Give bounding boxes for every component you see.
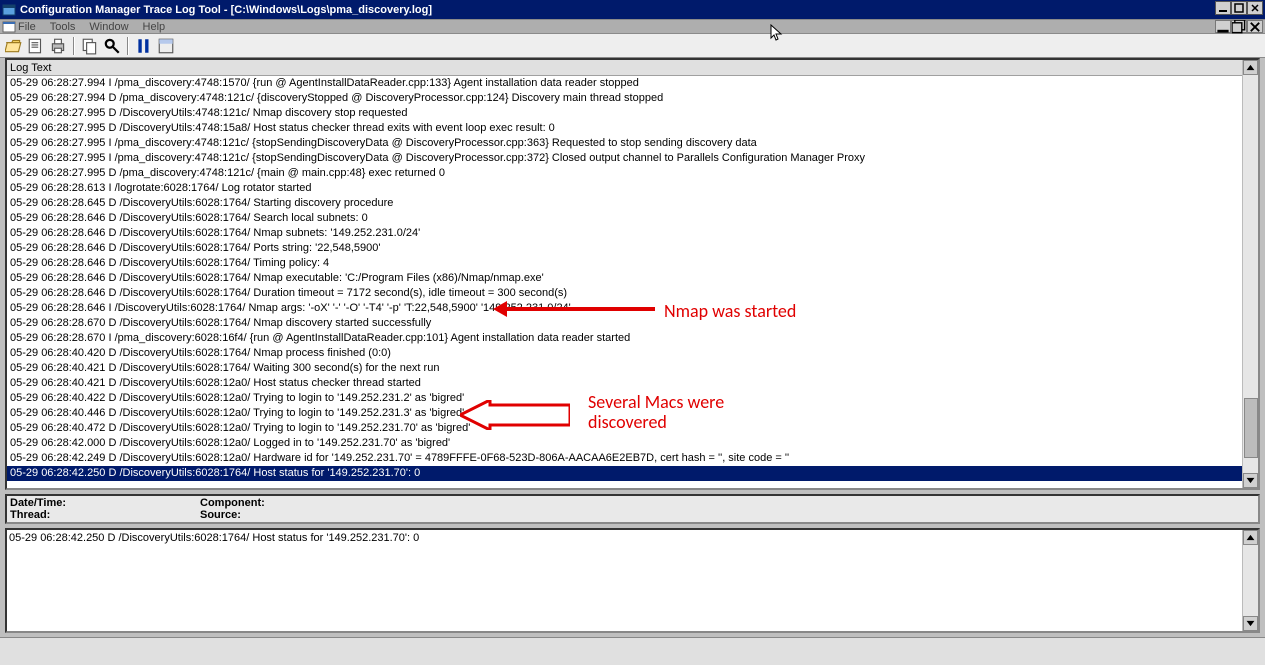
log-row[interactable]: 05-29 06:28:28.645 D /DiscoveryUtils:602…	[7, 196, 1258, 211]
menu-bar: File Tools Window Help	[0, 19, 1265, 34]
log-row[interactable]: 05-29 06:28:40.420 D /DiscoveryUtils:602…	[7, 346, 1258, 361]
app-icon	[2, 3, 16, 17]
log-row[interactable]: 05-29 06:28:28.646 D /DiscoveryUtils:602…	[7, 271, 1258, 286]
detail-thread-label: Thread:	[10, 509, 50, 521]
menu-file[interactable]: File	[18, 21, 36, 33]
single-pane-button[interactable]	[156, 36, 176, 56]
detail-panel: 05-29 06:28:42.250 D /DiscoveryUtils:602…	[5, 528, 1260, 633]
toolbar-sep	[127, 37, 129, 55]
log-row[interactable]: 05-29 06:28:42.249 D /DiscoveryUtils:602…	[7, 451, 1258, 466]
annotation-text-nmap: Nmap was started	[664, 300, 796, 322]
scroll-up-button[interactable]	[1243, 530, 1258, 545]
menu-window[interactable]: Window	[89, 21, 128, 33]
scroll-down-button[interactable]	[1243, 616, 1258, 631]
menu-tools[interactable]: Tools	[50, 21, 76, 33]
detail-datetime-label: Date/Time:	[10, 497, 66, 509]
column-header-log-text[interactable]: Log Text	[7, 60, 1258, 76]
mdi-minimize-button[interactable]	[1215, 20, 1231, 33]
log-row[interactable]: 05-29 06:28:42.250 D /DiscoveryUtils:602…	[7, 466, 1258, 481]
scroll-down-button[interactable]	[1243, 473, 1258, 488]
detail-component-label: Component:	[200, 497, 265, 509]
log-row[interactable]: 05-29 06:28:40.421 D /DiscoveryUtils:602…	[7, 376, 1258, 391]
scroll-up-button[interactable]	[1243, 60, 1258, 75]
annotation-arrow-nmap	[505, 307, 655, 311]
toolbar	[0, 34, 1265, 58]
print-button[interactable]	[48, 36, 68, 56]
log-row[interactable]: 05-29 06:28:28.670 I /pma_discovery:6028…	[7, 331, 1258, 346]
detail-scrollbar[interactable]	[1242, 530, 1258, 631]
detail-source-label: Source:	[200, 509, 241, 521]
toolbar-sep	[73, 37, 75, 55]
log-row[interactable]: 05-29 06:28:28.613 I /logrotate:6028:176…	[7, 181, 1258, 196]
scroll-thumb[interactable]	[1244, 398, 1258, 458]
log-row[interactable]: 05-29 06:28:28.646 D /DiscoveryUtils:602…	[7, 241, 1258, 256]
open-log-button[interactable]	[26, 36, 46, 56]
log-row[interactable]: 05-29 06:28:28.646 D /DiscoveryUtils:602…	[7, 211, 1258, 226]
log-row[interactable]: 05-29 06:28:28.646 D /DiscoveryUtils:602…	[7, 226, 1258, 241]
annotation-arrow-macs	[460, 400, 570, 430]
log-row[interactable]: 05-29 06:28:27.994 D /pma_discovery:4748…	[7, 91, 1258, 106]
log-row[interactable]: 05-29 06:28:28.646 D /DiscoveryUtils:602…	[7, 286, 1258, 301]
mdi-restore-button[interactable]	[1231, 20, 1247, 33]
log-row[interactable]: 05-29 06:28:27.995 D /pma_discovery:4748…	[7, 166, 1258, 181]
log-row[interactable]: 05-29 06:28:27.995 D /DiscoveryUtils:474…	[7, 106, 1258, 121]
titlebar: Configuration Manager Trace Log Tool - […	[0, 0, 1265, 19]
scrollbar-vertical[interactable]	[1242, 60, 1258, 488]
menu-help[interactable]: Help	[143, 21, 166, 33]
detail-text: 05-29 06:28:42.250 D /DiscoveryUtils:602…	[9, 532, 1256, 544]
log-row[interactable]: 05-29 06:28:28.670 D /DiscoveryUtils:602…	[7, 316, 1258, 331]
log-row[interactable]: 05-29 06:28:27.994 I /pma_discovery:4748…	[7, 76, 1258, 91]
status-bar	[0, 637, 1265, 665]
window-title: Configuration Manager Trace Log Tool - […	[20, 4, 432, 16]
maximize-button[interactable]	[1231, 1, 1247, 15]
annotation-text-macs: Several Macs were discovered	[588, 392, 724, 432]
log-row[interactable]: 05-29 06:28:27.995 I /pma_discovery:4748…	[7, 136, 1258, 151]
details-bar: Date/Time: Component: Thread: Source:	[5, 494, 1260, 524]
copy-button[interactable]	[80, 36, 100, 56]
log-row[interactable]: 05-29 06:28:28.646 D /DiscoveryUtils:602…	[7, 256, 1258, 271]
open-button[interactable]	[4, 36, 24, 56]
mdi-close-button[interactable]	[1247, 20, 1263, 33]
log-row[interactable]: 05-29 06:28:27.995 I /pma_discovery:4748…	[7, 151, 1258, 166]
log-row[interactable]: 05-29 06:28:27.995 D /DiscoveryUtils:474…	[7, 121, 1258, 136]
mdi-icon	[2, 21, 16, 33]
close-button[interactable]	[1247, 1, 1263, 15]
log-row[interactable]: 05-29 06:28:40.421 D /DiscoveryUtils:602…	[7, 361, 1258, 376]
minimize-button[interactable]	[1215, 1, 1231, 15]
log-row[interactable]: 05-29 06:28:42.000 D /DiscoveryUtils:602…	[7, 436, 1258, 451]
find-button[interactable]	[102, 36, 122, 56]
pause-button[interactable]	[134, 36, 154, 56]
